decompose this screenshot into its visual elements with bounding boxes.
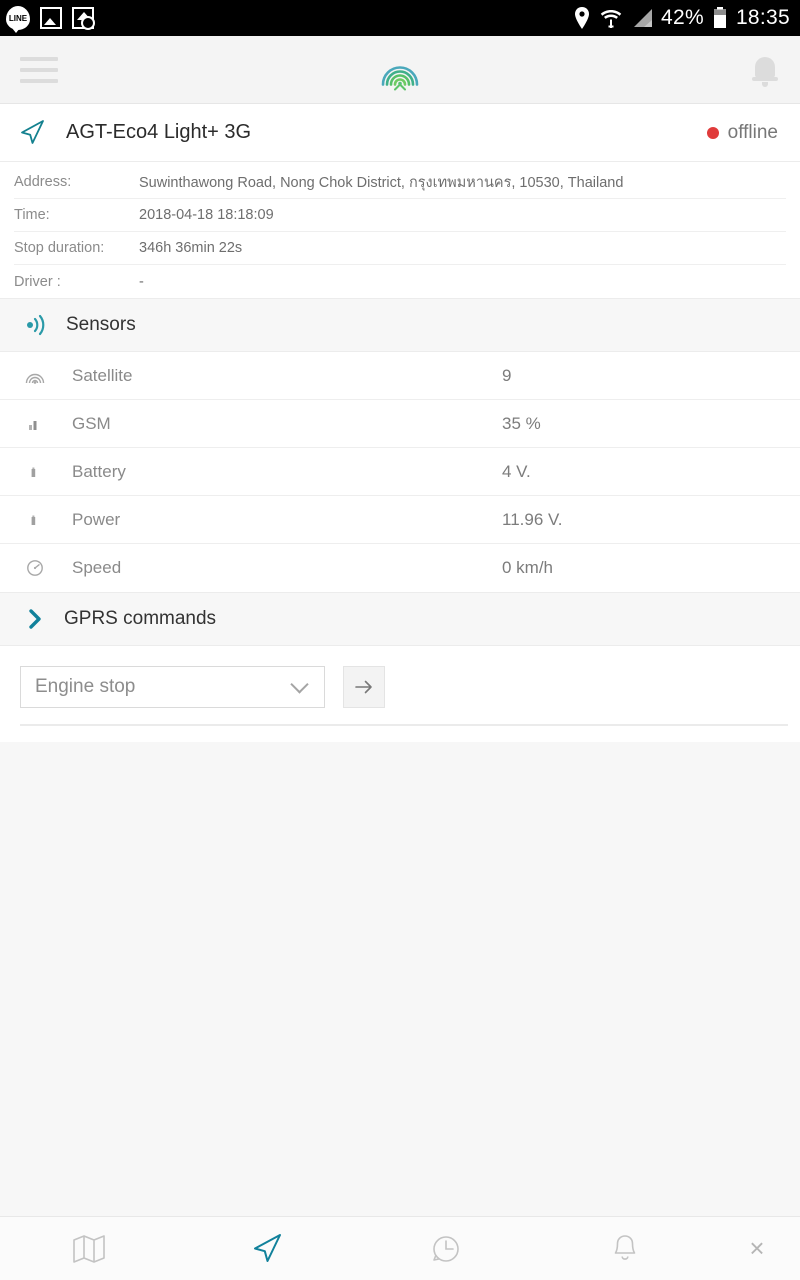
status-bar-right-icons: 42% 18:35 bbox=[573, 6, 790, 30]
detail-row-time: Time: 2018-04-18 18:18:09 bbox=[14, 199, 786, 232]
broadcast-icon bbox=[27, 314, 45, 336]
device-header-row[interactable]: AGT-Eco4 Light+ 3G offline bbox=[0, 104, 800, 162]
status-bar-left-icons: LINE bbox=[6, 6, 95, 33]
sensor-row-gsm: GSM 35 % bbox=[0, 400, 800, 448]
nav-item-tracking[interactable] bbox=[179, 1230, 358, 1268]
close-button[interactable]: × bbox=[714, 1233, 800, 1264]
command-select[interactable]: Engine stop bbox=[20, 666, 325, 708]
sensor-value: 35 % bbox=[502, 413, 541, 433]
radar-logo-icon bbox=[377, 44, 423, 95]
gprs-command-area: Engine stop bbox=[0, 646, 800, 742]
device-name-label: AGT-Eco4 Light+ 3G bbox=[66, 121, 252, 143]
sensor-value: 0 km/h bbox=[502, 558, 554, 577]
battery-sensor-icon bbox=[24, 461, 58, 483]
history-clock-icon bbox=[433, 1235, 460, 1262]
content-empty-area bbox=[0, 742, 800, 1216]
status-dot-icon bbox=[706, 126, 719, 139]
satellite-icon bbox=[24, 365, 58, 387]
sensor-label: Speed bbox=[72, 558, 122, 577]
detail-label: Address: bbox=[14, 174, 72, 190]
detail-value: Suwinthawong Road, Nong Chok District, ก… bbox=[139, 174, 624, 191]
detail-value: 2018-04-18 18:18:09 bbox=[139, 207, 274, 223]
sensors-section-title: Sensors bbox=[66, 314, 136, 335]
detail-value: 346h 36min 22s bbox=[139, 240, 243, 256]
gprs-controls: Engine stop bbox=[20, 666, 800, 708]
detail-label: Time: bbox=[14, 207, 50, 223]
sensor-value: 9 bbox=[502, 365, 512, 385]
map-icon bbox=[73, 1234, 106, 1263]
sensors-list: Satellite 9 GSM 35 % Battery 4 V. Power … bbox=[0, 352, 800, 592]
gsm-signal-icon bbox=[24, 413, 58, 435]
gprs-section-title: GPRS commands bbox=[64, 608, 217, 629]
app-screen: LINE 42% 18:35 AGT-Eco4 Light+ 3G offlin… bbox=[0, 0, 800, 1280]
device-details-block: Address: Suwinthawong Road, Nong Chok Di… bbox=[0, 162, 800, 298]
cellular-signal-icon bbox=[634, 9, 652, 27]
sensor-label: Power bbox=[72, 509, 121, 529]
bottom-navigation-bar: × bbox=[0, 1216, 800, 1280]
app-header-bar bbox=[0, 36, 800, 104]
command-select-value: Engine stop bbox=[35, 676, 136, 697]
arrow-right-icon bbox=[355, 680, 372, 694]
gprs-section-header[interactable]: GPRS commands bbox=[0, 592, 800, 646]
speedometer-icon bbox=[24, 557, 58, 579]
bell-icon bbox=[614, 1234, 636, 1260]
chevron-right-icon bbox=[29, 609, 41, 629]
android-status-bar: LINE 42% 18:35 bbox=[0, 0, 800, 36]
line-icon: LINE bbox=[6, 6, 30, 33]
sensor-row-power: Power 11.96 V. bbox=[0, 496, 800, 544]
battery-icon bbox=[713, 7, 726, 28]
battery-percent-label: 42% bbox=[661, 6, 704, 29]
status-label: offline bbox=[727, 121, 778, 143]
detail-row-address: Address: Suwinthawong Road, Nong Chok Di… bbox=[14, 166, 786, 199]
sensor-label: Battery bbox=[72, 461, 126, 481]
location-pin-icon bbox=[575, 7, 589, 29]
status-badge: offline bbox=[706, 121, 778, 144]
detail-label: Driver : bbox=[14, 273, 61, 290]
gprs-divider bbox=[20, 724, 788, 726]
navigation-arrow-icon bbox=[253, 1233, 281, 1262]
send-command-button[interactable] bbox=[343, 666, 385, 708]
sensor-label: Satellite bbox=[72, 365, 133, 385]
hamburger-menu-icon[interactable] bbox=[20, 56, 58, 83]
wifi-icon bbox=[600, 10, 622, 28]
photo-icon bbox=[40, 7, 62, 29]
bell-icon[interactable] bbox=[752, 54, 778, 87]
nav-item-history[interactable] bbox=[357, 1230, 536, 1268]
detail-label: Stop duration: bbox=[14, 240, 105, 256]
sensor-value: 4 V. bbox=[502, 461, 531, 481]
screenshot-icon bbox=[72, 7, 95, 30]
nav-item-map[interactable] bbox=[0, 1230, 179, 1268]
sensor-row-speed: Speed 0 km/h bbox=[0, 544, 800, 592]
status-bar-clock: 18:35 bbox=[735, 6, 790, 29]
sensor-row-satellite: Satellite 9 bbox=[0, 352, 800, 400]
sensors-section-header[interactable]: Sensors bbox=[0, 298, 800, 352]
nav-item-notifications[interactable] bbox=[536, 1230, 715, 1268]
power-sensor-icon bbox=[24, 509, 58, 531]
navigation-arrow-icon bbox=[21, 119, 44, 144]
detail-value: - bbox=[139, 273, 144, 290]
sensor-row-battery: Battery 4 V. bbox=[0, 448, 800, 496]
detail-row-driver: Driver : - bbox=[14, 265, 786, 298]
sensor-value: 11.96 V. bbox=[502, 509, 563, 529]
detail-row-stop-duration: Stop duration: 346h 36min 22s bbox=[14, 232, 786, 265]
chevron-down-icon bbox=[290, 675, 309, 694]
sensor-label: GSM bbox=[72, 413, 111, 433]
